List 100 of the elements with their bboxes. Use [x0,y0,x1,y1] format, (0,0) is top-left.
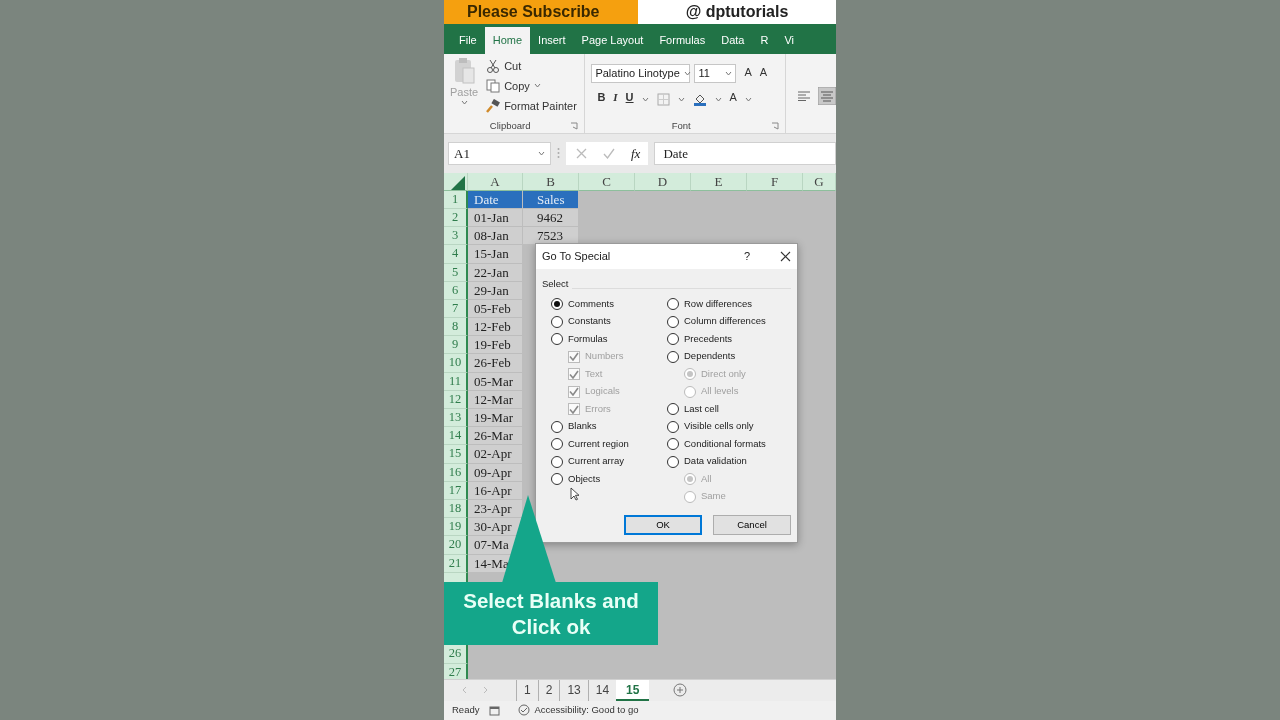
option-label[interactable]: Visible cells only [684,419,754,434]
accessibility-status[interactable]: Accessibility: Good to go [534,703,639,718]
radio-button[interactable] [667,350,679,363]
caret-icon [460,100,468,106]
grip-icon [557,147,560,160]
table-cell: 26-Feb [468,354,523,373]
ribbon-tab[interactable]: File [451,26,485,54]
option-label[interactable]: Row differences [684,296,752,312]
name-box[interactable]: A1 [448,141,551,165]
launcher-icon [771,122,779,131]
table-cell: 02-Apr [468,445,523,464]
bold-button[interactable]: B [597,89,606,110]
help-button[interactable]: ? [743,248,750,265]
option-label[interactable]: Data validation [684,454,747,469]
group-label: Font [671,118,691,133]
ok-button[interactable]: OK [624,515,702,535]
radio-button[interactable] [667,315,679,328]
group-label: Clipboard [489,118,531,133]
ribbon-tab[interactable]: Page Layout [573,26,652,54]
option-label[interactable]: Dependents [684,349,736,364]
italic-button[interactable]: I [613,89,618,110]
radio-button[interactable] [667,438,679,450]
select-all-icon[interactable] [451,175,465,190]
option-label[interactable]: Precedents [684,331,733,347]
copy-icon [486,78,501,93]
radio-button[interactable] [667,455,679,468]
column-header[interactable]: D [635,172,691,191]
table-cell: 19-Feb [468,336,523,355]
ribbon-tab[interactable]: Data [713,26,753,54]
underline-button[interactable]: U [625,89,634,110]
radio-button[interactable] [551,298,563,310]
table-cell: 30-Apr [468,518,523,537]
option-label[interactable]: Last cell [684,401,719,417]
ribbon-tab[interactable]: R [752,26,777,54]
align-left-icon [798,90,810,101]
column-header[interactable]: B [523,172,579,191]
option-label[interactable]: Current array [568,454,624,469]
paintbrush-icon [486,98,501,113]
radio-button[interactable] [551,315,563,328]
table-cell: 08-Jan [468,227,523,246]
close-icon[interactable] [780,251,791,262]
font-color-button[interactable]: A [729,89,737,110]
launcher-icon [570,122,579,131]
radio-button[interactable] [551,333,563,345]
insert-function-button[interactable]: fx [631,143,641,164]
option-label[interactable]: Objects [568,471,601,487]
caret-icon [683,71,691,77]
painter-button[interactable]: Format Painter [504,97,577,115]
column-header[interactable]: F [747,172,803,191]
sheet-tab[interactable]: 13 [559,679,588,701]
radio-button[interactable] [667,333,679,345]
ribbon-tab[interactable]: Home [484,26,531,54]
column-header[interactable]: G [803,172,836,191]
option-label[interactable]: Current region [568,436,629,452]
macro-icon[interactable] [489,704,501,716]
pointer-icon [570,487,579,501]
borders-icon [656,92,670,106]
ribbon-tab[interactable]: Insert [530,26,574,54]
grow-font-button[interactable]: A [744,63,752,84]
caret-icon [538,150,545,156]
caret-icon [725,71,733,77]
subscribe-banner: Please Subscribe [444,0,638,24]
radio-button[interactable] [551,473,563,485]
option-label[interactable]: Blanks [568,419,597,434]
copy-button[interactable]: Copy [504,77,530,95]
font-select[interactable]: Palatino Linotype [591,64,691,84]
font-size-select[interactable]: 11 [694,64,737,84]
add-sheet-icon[interactable] [673,683,688,698]
radio-button[interactable] [551,455,563,468]
option-label[interactable]: Column differences [684,314,766,329]
column-header[interactable]: E [691,172,747,191]
dialog-title: Go To Special [542,249,611,265]
align-center-icon[interactable] [818,86,836,105]
sheet-tab[interactable]: 2 [537,679,560,701]
section-label: Select [542,277,569,291]
option-label[interactable]: Comments [568,296,614,312]
table-cell: 19-Mar [468,409,523,428]
caret-icon [744,96,752,102]
sheet-tab[interactable]: 15 [616,679,650,701]
sheet-tab[interactable]: 1 [516,679,538,701]
formula-field[interactable]: Date [654,141,836,165]
ribbon-tab[interactable]: Formulas [651,26,714,54]
option-label[interactable]: Formulas [568,331,608,347]
column-header[interactable]: C [579,172,635,191]
cancel-button[interactable]: Cancel [713,515,791,535]
caret-icon [677,96,685,102]
option-label[interactable]: Conditional formats [684,436,766,452]
status-text: Ready [452,703,480,718]
ribbon-tab[interactable]: Vi [776,26,802,54]
shrink-font-button[interactable]: A [759,63,768,84]
radio-button[interactable] [667,420,679,433]
cut-button[interactable]: Cut [504,57,522,75]
table-cell: 15-Jan [468,245,523,264]
accessibility-icon[interactable] [518,704,531,717]
radio-button[interactable] [551,420,563,433]
radio-button[interactable] [551,438,563,450]
radio-button[interactable] [667,403,679,415]
option-label[interactable]: Constants [568,314,611,329]
radio-button[interactable] [667,298,679,310]
column-header[interactable]: A [468,172,523,191]
